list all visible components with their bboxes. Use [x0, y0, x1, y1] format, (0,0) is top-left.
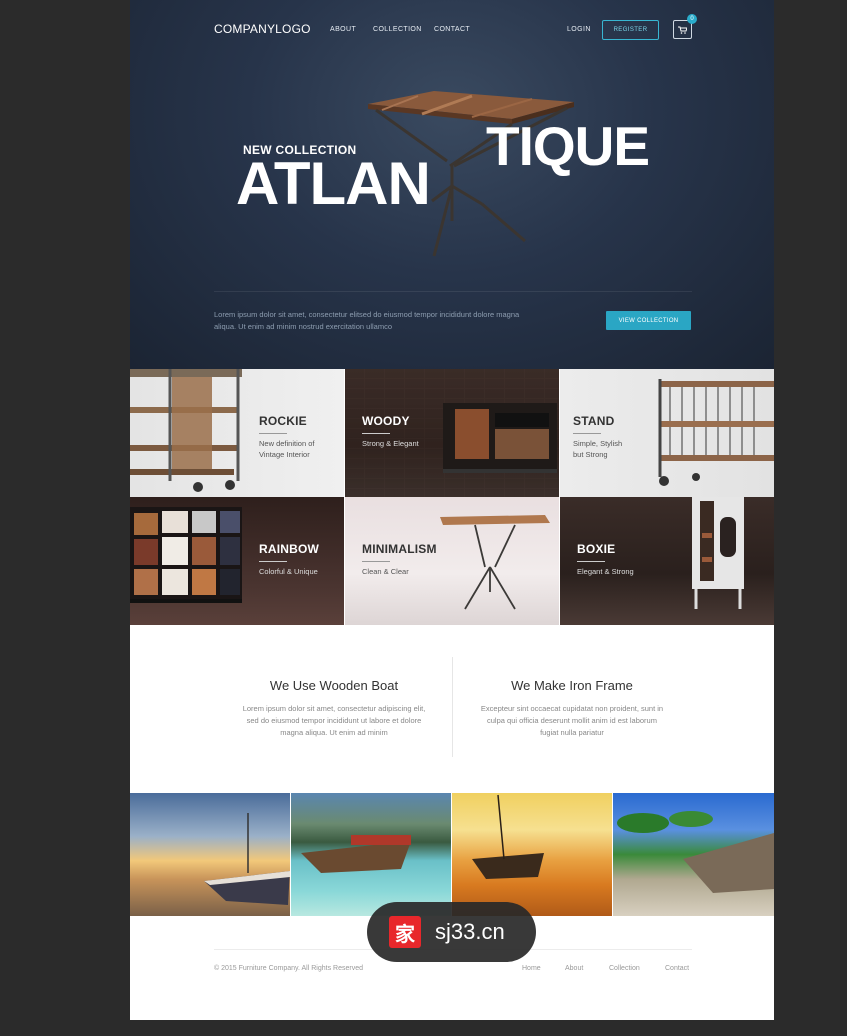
feature-iron-frame: We Make Iron Frame Excepteur sint occaec…	[452, 625, 692, 739]
hero-title-left: ATLAN	[236, 150, 431, 217]
top-nav: COMPANYLOGO ABOUT COLLECTION CONTACT LOG…	[214, 14, 697, 42]
boat-gallery	[130, 793, 774, 916]
tile-subtitle: Simple, Stylish but Strong	[573, 439, 623, 459]
company-logo[interactable]: COMPANYLOGO	[214, 22, 311, 36]
login-link[interactable]: LOGIN	[567, 26, 591, 33]
tile-rockie[interactable]: ROCKIE New definition of Vintage Interio…	[130, 369, 344, 497]
page: COMPANYLOGO ABOUT COLLECTION CONTACT LOG…	[130, 0, 774, 1020]
stand-shelf-image	[658, 379, 774, 486]
tile-underline	[362, 433, 390, 434]
hero-section: COMPANYLOGO ABOUT COLLECTION CONTACT LOG…	[130, 0, 774, 369]
gallery-image-palm-boat[interactable]	[613, 793, 774, 916]
tile-woody[interactable]: WOODY Strong & Elegant	[345, 369, 559, 497]
tile-subtitle: Colorful & Unique	[259, 567, 318, 576]
view-collection-button[interactable]: VIEW COLLECTION	[606, 311, 691, 330]
tile-underline	[573, 433, 601, 434]
feature-wooden-boat: We Use Wooden Boat Lorem ipsum dolor sit…	[214, 625, 454, 739]
cart-icon	[678, 26, 687, 34]
feature-title: We Make Iron Frame	[511, 678, 633, 693]
collection-tiles: ROCKIE New definition of Vintage Interio…	[130, 369, 774, 625]
tile-title: BOXIE	[577, 542, 616, 556]
tile-underline	[259, 561, 287, 562]
boxie-cabinet-image	[692, 497, 744, 609]
site-watermark: 家 sj33.cn	[367, 902, 536, 962]
boat-shape	[301, 835, 411, 873]
feature-text: Excepteur sint occaecat cupidatat non pr…	[480, 704, 664, 737]
tile-title: STAND	[573, 414, 615, 428]
tile-rainbow[interactable]: RAINBOW Colorful & Unique	[130, 497, 344, 625]
tile-underline	[577, 561, 605, 562]
boat-shape	[204, 813, 290, 905]
tile-subtitle: Strong & Elegant	[362, 439, 419, 448]
rainbow-drawers-image	[130, 507, 242, 603]
footer-link-contact[interactable]: Contact	[665, 965, 689, 972]
features-section: We Use Wooden Boat Lorem ipsum dolor sit…	[130, 625, 774, 793]
gallery-image-sunset-boat[interactable]	[130, 793, 290, 916]
hero-title-right: TIQUE	[486, 115, 650, 177]
tile-stand[interactable]: STAND Simple, Stylish but Strong	[560, 369, 774, 497]
copyright-text: © 2015 Furniture Company. All Rights Res…	[214, 965, 363, 972]
feature-text: Lorem ipsum dolor sit amet, consectetur …	[242, 704, 426, 737]
footer-link-collection[interactable]: Collection	[609, 965, 640, 972]
footer-link-home[interactable]: Home	[522, 965, 541, 972]
tile-underline	[362, 561, 390, 562]
tile-underline	[259, 433, 287, 434]
tile-boxie[interactable]: BOXIE Elegant & Strong	[560, 497, 774, 625]
boat-shape	[617, 811, 774, 893]
nav-collection[interactable]: COLLECTION	[373, 26, 422, 33]
cart-count-badge: 0	[687, 14, 697, 24]
feature-title: We Use Wooden Boat	[269, 678, 399, 693]
watermark-text: sj33.cn	[435, 919, 505, 944]
gallery-image-lagoon-boat[interactable]	[291, 793, 451, 916]
tile-title: WOODY	[362, 414, 410, 428]
nav-about[interactable]: ABOUT	[330, 26, 356, 33]
rockie-cart-image	[130, 369, 242, 492]
tile-subtitle: New definition of Vintage Interior	[259, 439, 315, 459]
hero-description: Lorem ipsum dolor sit amet, consectetur …	[214, 310, 520, 331]
nav-contact[interactable]: CONTACT	[434, 26, 470, 33]
hero-divider	[214, 291, 692, 292]
gallery-image-golden-beach[interactable]	[452, 793, 612, 916]
boat-shape	[472, 794, 544, 879]
tile-subtitle: Clean & Clear	[362, 567, 409, 576]
tile-subtitle: Elegant & Strong	[577, 567, 634, 576]
tile-title: ROCKIE	[259, 414, 307, 428]
register-button[interactable]: REGISTER	[602, 20, 659, 40]
watermark-logo-icon: 家	[389, 916, 421, 948]
tile-title: MINIMALISM	[362, 542, 437, 556]
footer-link-about[interactable]: About	[565, 965, 583, 972]
tile-title: RAINBOW	[259, 542, 320, 556]
tile-minimalism[interactable]: MINIMALISM Clean & Clear	[345, 497, 559, 625]
